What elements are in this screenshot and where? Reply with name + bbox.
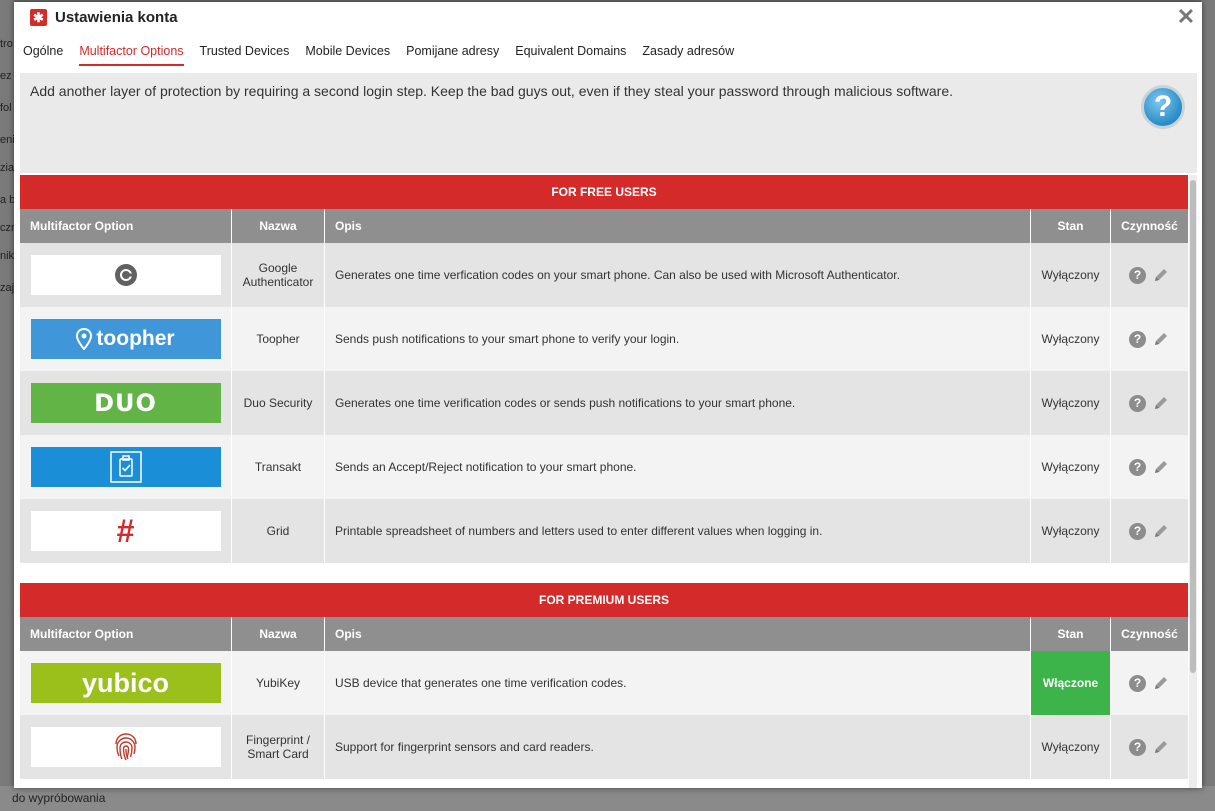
edit-pencil-icon[interactable]: [1152, 458, 1170, 476]
status-text: Wyłączony: [1031, 371, 1111, 435]
col-header-desc: Opis: [325, 209, 1031, 243]
col-header-status: Stan: [1031, 209, 1111, 243]
dialog-titlebar: ✱ Ustawienia konta ✕: [14, 2, 1202, 34]
col-header-option: Multifactor Option: [20, 617, 232, 651]
option-name: Duo Security: [232, 371, 325, 435]
option-name: Toopher: [232, 307, 325, 371]
status-text: Wyłączony: [1031, 307, 1111, 371]
edit-pencil-icon[interactable]: [1152, 394, 1170, 412]
fingerprint-logo: [30, 727, 221, 767]
free-section-heading: FOR FREE USERS: [20, 175, 1188, 209]
edit-pencil-icon[interactable]: [1152, 266, 1170, 284]
status-text: Wyłączony: [1031, 243, 1111, 307]
col-header-action: Czynność: [1121, 219, 1178, 233]
background-text: fol: [0, 102, 12, 114]
background-text: zia: [0, 162, 15, 174]
background-text: ez: [0, 70, 12, 82]
col-header-desc: Opis: [325, 617, 1031, 651]
close-button[interactable]: ✕: [1176, 6, 1196, 28]
option-description: USB device that generates one time verif…: [325, 651, 1031, 715]
table-row: yubico YubiKey USB device that generates…: [20, 651, 1188, 715]
grid-logo: #: [30, 511, 221, 551]
edit-pencil-icon[interactable]: [1152, 522, 1170, 540]
option-name: Transakt: [232, 435, 325, 499]
yubico-logo: yubico: [30, 663, 221, 703]
status-text: Wyłączony: [1031, 435, 1111, 499]
background-text: tro: [0, 38, 13, 50]
help-icon[interactable]: ?: [1129, 394, 1146, 412]
option-name: Google Authenticator: [232, 243, 325, 307]
tab-equivalent-domains[interactable]: Equivalent Domains: [515, 44, 626, 66]
help-icon[interactable]: ?: [1129, 522, 1146, 540]
option-name: Grid: [232, 499, 325, 563]
toopher-logo: toopher: [30, 319, 221, 359]
help-icon[interactable]: ?: [1141, 85, 1185, 129]
background-text: eni: [0, 134, 15, 146]
col-header-name: Nazwa: [232, 617, 325, 651]
edit-pencil-icon[interactable]: [1152, 674, 1170, 692]
background-text: zaj: [0, 282, 15, 294]
toopher-logo-text: toopher: [96, 327, 175, 350]
premium-section-heading: FOR PREMIUM USERS: [20, 583, 1188, 617]
help-icon[interactable]: ?: [1129, 458, 1146, 476]
background-text: nik: [0, 250, 15, 262]
option-description: Sends push notifications to your smart p…: [325, 307, 1031, 371]
edit-pencil-icon[interactable]: [1152, 330, 1170, 348]
background-app-left: tro ez fol eni zia a b czn nik zaj: [0, 0, 17, 811]
col-header-action: Czynność: [1121, 627, 1178, 641]
option-name: Fingerprint / Smart Card: [232, 715, 325, 779]
option-description: Support for fingerprint sensors and card…: [325, 715, 1031, 779]
transakt-logo: [30, 447, 221, 487]
help-icon[interactable]: ?: [1129, 738, 1146, 756]
option-description: Sends an Accept/Reject notification to y…: [325, 435, 1031, 499]
status-badge: Włączone: [1031, 651, 1111, 715]
table-row: Fingerprint / Smart Card Support for fin…: [20, 715, 1188, 779]
background-app-right: [1201, 0, 1215, 811]
google-authenticator-logo: [30, 255, 221, 295]
table-row: DUO Duo Security Generates one time veri…: [20, 371, 1188, 435]
dialog-title: Ustawienia konta: [55, 9, 178, 26]
col-header-name: Nazwa: [232, 209, 325, 243]
free-table-header: Multifactor Option Nazwa Opis Stan Czynn…: [20, 209, 1188, 243]
duo-logo-text: DUO: [94, 389, 157, 417]
option-name: YubiKey: [232, 651, 325, 715]
tab-multifactor-options[interactable]: Multifactor Options: [79, 44, 184, 66]
option-description: Generates one time verification codes or…: [325, 371, 1031, 435]
status-text: Wyłączony: [1031, 499, 1111, 563]
help-icon[interactable]: ?: [1129, 674, 1146, 692]
background-bottom-text: do wypróbowania: [12, 791, 106, 805]
option-description: Printable spreadsheet of numbers and let…: [325, 499, 1031, 563]
table-row: Google Authenticator Generates one time …: [20, 243, 1188, 307]
tab-trusted-devices[interactable]: Trusted Devices: [200, 44, 290, 66]
background-app-bottom: do wypróbowania: [0, 786, 1215, 811]
option-description: Generates one time verfication codes on …: [325, 243, 1031, 307]
col-header-option: Multifactor Option: [20, 209, 232, 243]
account-settings-dialog: ✱ Ustawienia konta ✕ Ogólne Multifactor …: [14, 2, 1202, 788]
tab-mobile-devices[interactable]: Mobile Devices: [305, 44, 390, 66]
table-row: # Grid Printable spreadsheet of numbers …: [20, 499, 1188, 563]
col-header-status: Stan: [1031, 617, 1111, 651]
grid-logo-text: #: [116, 512, 135, 549]
lastpass-asterisk-icon: ✱: [30, 9, 47, 26]
background-text: a b: [0, 194, 16, 206]
tab-general[interactable]: Ogólne: [23, 44, 63, 66]
intro-panel: Add another layer of protection by requi…: [20, 73, 1197, 173]
scrollbar-thumb[interactable]: [1190, 180, 1196, 673]
duo-logo: DUO: [30, 383, 221, 423]
tab-url-rules[interactable]: Zasady adresów: [642, 44, 734, 66]
tab-never-urls[interactable]: Pomijane adresy: [406, 44, 499, 66]
yubico-logo-text: yubico: [81, 667, 169, 698]
help-icon[interactable]: ?: [1129, 330, 1146, 348]
premium-table-header: Multifactor Option Nazwa Opis Stan Czynn…: [20, 617, 1188, 651]
settings-tabs: Ogólne Multifactor Options Trusted Devic…: [23, 44, 734, 66]
multifactor-table-scroll: FOR FREE USERS Multifactor Option Nazwa …: [20, 175, 1197, 788]
table-row: Transakt Sends an Accept/Reject notifica…: [20, 435, 1188, 499]
table-row: toopher Toopher Sends push notifications…: [20, 307, 1188, 371]
help-icon[interactable]: ?: [1129, 266, 1146, 284]
intro-text: Add another layer of protection by requi…: [30, 83, 953, 99]
edit-pencil-icon[interactable]: [1152, 738, 1170, 756]
status-text: Wyłączony: [1031, 715, 1111, 779]
scrollbar[interactable]: [1189, 175, 1197, 788]
